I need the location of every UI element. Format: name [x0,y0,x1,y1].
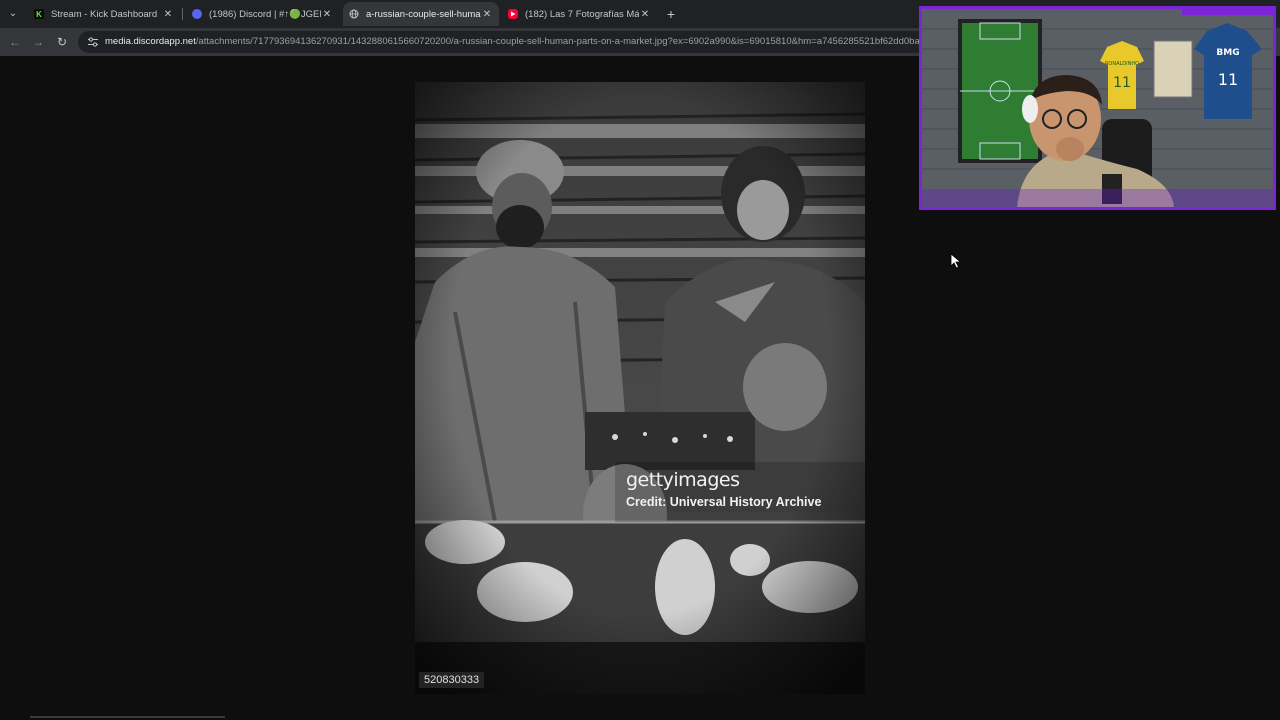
image-id-label: 520830333 [419,672,485,688]
close-icon[interactable]: ✕ [481,9,493,20]
historical-photo: gettyimages Credit: Universal History Ar… [415,82,865,694]
streamer-webcam-overlay: RONALDINHO 11 BMG 11 [919,6,1276,210]
tab-search-chevron-icon[interactable]: ⌄ [4,5,22,23]
jersey-right-name: BMG [1216,48,1239,58]
reload-icon[interactable]: ↻ [54,34,70,50]
tab-youtube[interactable]: (182) Las 7 Fotografías Más Perturbadora… [502,2,657,26]
close-icon[interactable]: ✕ [162,9,174,20]
gettyimages-watermark: gettyimages [626,469,740,491]
tab-russian-couple-image[interactable]: a-russian-couple-sell-human-parts ✕ [343,2,499,26]
jersey-left-number: 11 [1113,75,1131,91]
tab-title: a-russian-couple-sell-human-parts [366,8,481,20]
jersey-right-number: 11 [1218,70,1238,89]
jersey-left-name: RONALDINHO [1105,61,1139,67]
kick-icon: K [34,9,44,19]
close-icon[interactable]: ✕ [639,9,651,20]
forward-arrow-icon[interactable]: → [30,34,46,50]
tab-title: Stream - Kick Dashboard [51,8,158,20]
close-icon[interactable]: ✕ [321,9,333,20]
site-settings-icon[interactable] [87,36,99,48]
tab-kick-dashboard[interactable]: K Stream - Kick Dashboard ✕ [28,2,180,26]
url-host: media.discordapp.net [105,36,196,47]
tab-title: (1986) Discord | #↑🟢JGENERAL [209,8,321,20]
url-path: /attachments/717793694136270931/14328806… [195,36,939,47]
discord-icon [192,9,202,19]
back-arrow-icon[interactable]: ← [7,34,23,50]
youtube-icon [508,9,518,19]
mouse-cursor-icon [950,253,962,269]
address-bar[interactable]: media.discordapp.net/attachments/7177936… [78,31,998,53]
webcam-scene: RONALDINHO 11 BMG 11 [922,9,1273,207]
tab-separator [182,8,183,20]
tab-title: (182) Las 7 Fotografías Más Perturbadora… [525,8,639,20]
url-text: media.discordapp.net/attachments/7177936… [105,36,938,47]
globe-icon [349,9,359,19]
scroll-indicator [30,716,225,718]
photo-illustration [415,82,865,694]
tab-discord[interactable]: (1986) Discord | #↑🟢JGENERAL ✕ [186,2,339,26]
new-tab-plus-icon[interactable]: + [663,5,679,23]
photo-credit: Credit: Universal History Archive [626,495,822,509]
